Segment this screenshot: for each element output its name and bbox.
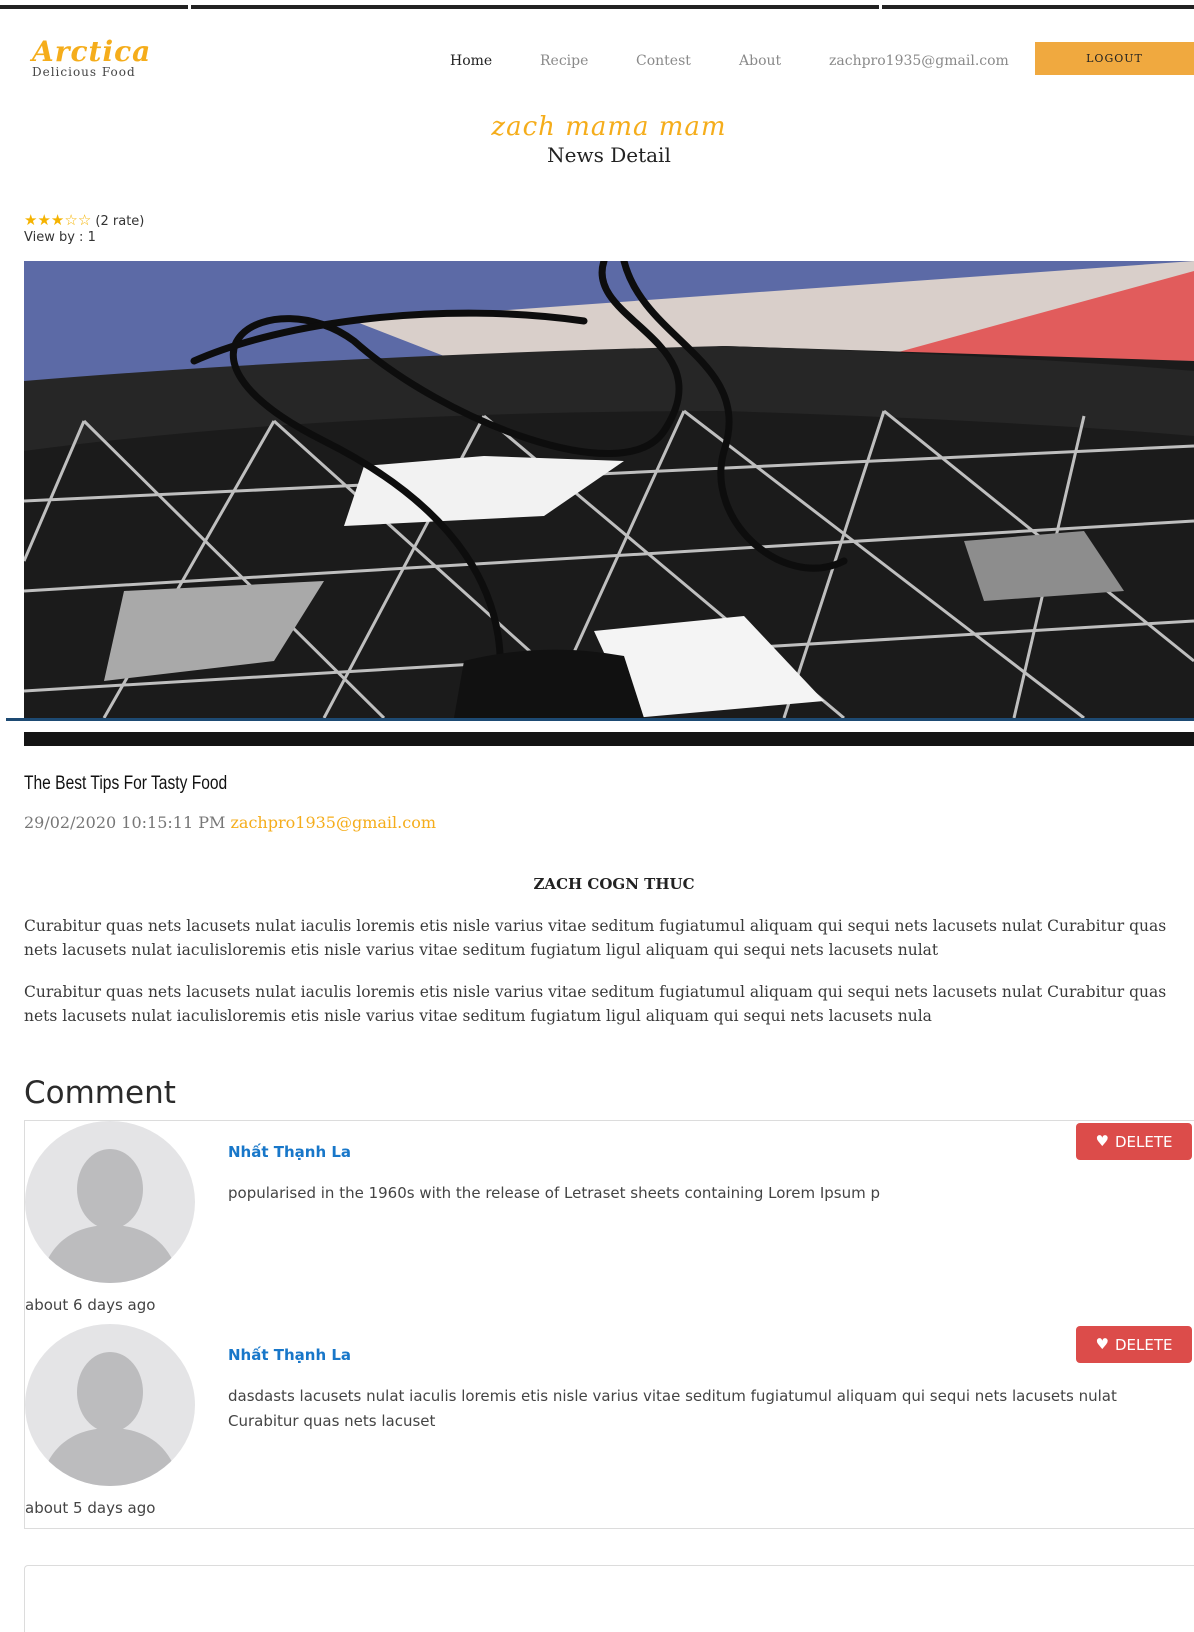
star-filled-icon[interactable]: ★ <box>37 211 50 229</box>
site-header: Arctica Delicious Food Home Recipe Conte… <box>0 9 1194 109</box>
heart-icon: ♥ <box>1095 1132 1109 1150</box>
page-hero: zach mama mam News Detail <box>0 112 1194 168</box>
delete-label: DELETE <box>1114 1335 1173 1354</box>
comment-time: about 5 days ago <box>25 1499 156 1517</box>
star-filled-icon[interactable]: ★ <box>24 211 37 229</box>
comments-heading: Comment <box>24 1075 176 1111</box>
delete-comment-button[interactable]: ♥ DELETE <box>1076 1326 1192 1363</box>
comment-text: dasdasts lacusets nulat iaculis loremis … <box>228 1387 1117 1430</box>
user-silhouette-icon <box>25 1324 195 1486</box>
page-script-title: zach mama mam <box>491 112 727 142</box>
post-author-link[interactable]: zachpro1935@gmail.com <box>231 813 437 832</box>
image-strip <box>24 732 1194 746</box>
comment-author[interactable]: Nhất Thạnh La <box>228 1346 351 1364</box>
post-section-heading: ZACH COGN THUC <box>533 875 695 893</box>
heart-icon: ♥ <box>1095 1335 1109 1353</box>
nav-home[interactable]: Home <box>450 53 492 69</box>
rating-count: (2 rate) <box>95 214 145 229</box>
top-strip <box>0 0 1194 9</box>
comment-item: Nhất Thạnh La dasdasts lacusets nulat ia… <box>25 1324 1194 1527</box>
comment-author[interactable]: Nhất Thạnh La <box>228 1143 351 1161</box>
nav-recipe[interactable]: Recipe <box>540 53 588 69</box>
star-empty-icon[interactable]: ☆ <box>78 211 91 229</box>
comment-textarea[interactable] <box>24 1565 1194 1632</box>
post-paragraph: Curabitur quas nets lacusets nulat iacul… <box>24 983 1167 1025</box>
page-title: News Detail <box>547 143 671 167</box>
user-silhouette-icon <box>25 1121 195 1283</box>
nav-contest[interactable]: Contest <box>636 53 691 69</box>
post-title: The Best Tips For Tasty Food <box>24 773 228 794</box>
image-divider <box>6 718 1194 721</box>
star-rating[interactable]: ★★★☆☆ <box>24 211 95 229</box>
main-nav: Home Recipe Contest About zachpro1935@gm… <box>0 53 1194 83</box>
nav-about[interactable]: About <box>739 53 781 69</box>
view-count: View by : 1 <box>24 230 96 245</box>
post-meta: 29/02/2020 10:15:11 PM zachpro1935@gmail… <box>24 813 436 832</box>
comment-time: about 6 days ago <box>25 1296 156 1314</box>
delete-comment-button[interactable]: ♥ DELETE <box>1076 1123 1192 1160</box>
rating-row: ★★★☆☆ (2 rate) <box>24 211 144 229</box>
comment-item: Nhất Thạnh La popularised in the 1960s w… <box>25 1121 1194 1324</box>
star-filled-icon[interactable]: ★ <box>51 211 64 229</box>
logout-button[interactable]: LOGOUT <box>1035 42 1194 75</box>
nav-user-email[interactable]: zachpro1935@gmail.com <box>829 53 1009 69</box>
comment-text: popularised in the 1960s with the releas… <box>228 1184 881 1202</box>
star-empty-icon[interactable]: ☆ <box>64 211 77 229</box>
post-date: 29/02/2020 10:15:11 PM <box>24 813 226 832</box>
post-paragraph: Curabitur quas nets lacusets nulat iacul… <box>24 917 1167 959</box>
comments-list: Nhất Thạnh La popularised in the 1960s w… <box>24 1120 1194 1529</box>
post-image <box>24 261 1194 718</box>
delete-label: DELETE <box>1114 1132 1173 1151</box>
